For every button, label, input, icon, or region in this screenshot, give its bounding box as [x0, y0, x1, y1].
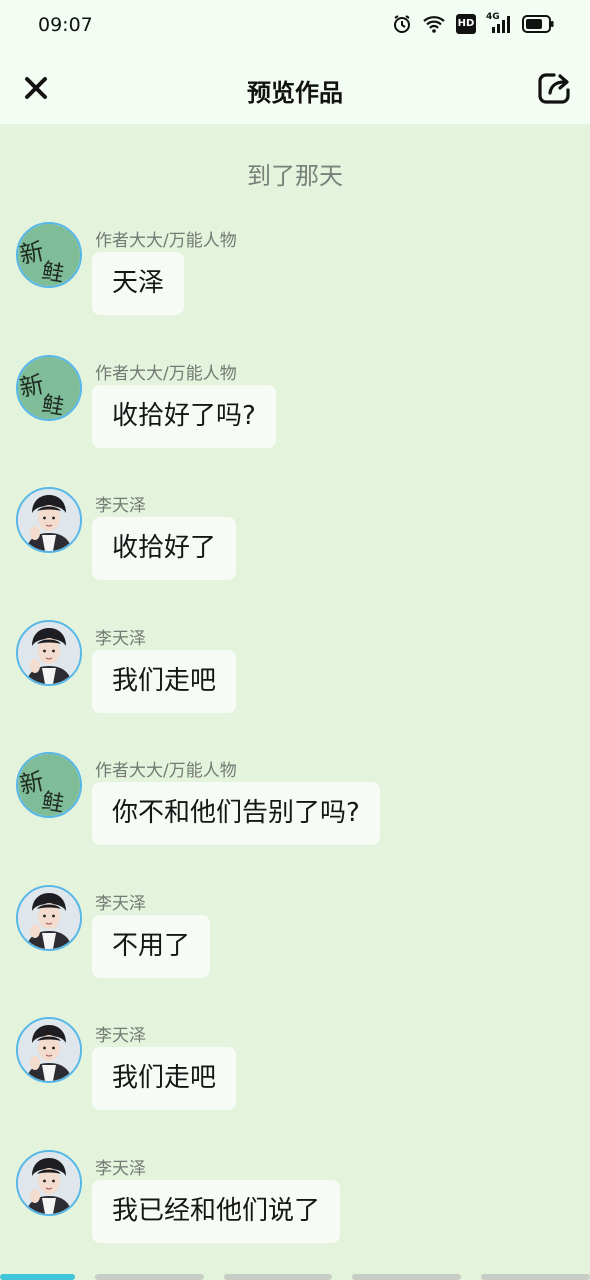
- message-bubble[interactable]: 天泽: [92, 252, 185, 315]
- chat-area[interactable]: 到了那天 作者大大/万能人物 天泽 作者大大/万能人物 收拾好了吗? 李天泽 收拾好了 李天…: [0, 124, 590, 1274]
- page-title: 预览作品: [247, 79, 343, 107]
- character-avatar[interactable]: [16, 487, 82, 553]
- sender-name: 李天泽: [95, 1158, 146, 1179]
- chapter-title: 到了那天: [247, 162, 343, 190]
- message-row: 李天泽 不用了: [0, 884, 590, 995]
- wifi-icon: [422, 14, 446, 34]
- message-row: 李天泽 收拾好了: [0, 487, 590, 597]
- progress-segment: [352, 1274, 462, 1280]
- sender-name: 李天泽: [95, 496, 146, 516]
- message-bubble[interactable]: 不用了: [92, 914, 211, 978]
- header-bar: 预览作品: [0, 52, 590, 124]
- share-button[interactable]: [536, 70, 572, 106]
- sender-name: 李天泽: [95, 628, 146, 649]
- progress-segment: [481, 1274, 590, 1280]
- sender-name: 李天泽: [95, 893, 146, 914]
- author-avatar[interactable]: [16, 222, 82, 288]
- message-bubble[interactable]: 收拾好了吗?: [92, 384, 276, 448]
- hd-icon: HD: [456, 14, 476, 34]
- battery-icon: [522, 15, 554, 33]
- message-bubble[interactable]: 我们走吧: [92, 1047, 237, 1110]
- message-row: 李天泽 我们走吧: [0, 619, 590, 730]
- sender-name: 作者大大/万能人物: [95, 231, 237, 251]
- sender-name: 作者大大/万能人物: [95, 761, 237, 781]
- message-row: 作者大大/万能人物 天泽: [0, 222, 590, 332]
- progress-bar: [0, 1274, 590, 1280]
- character-avatar[interactable]: [16, 884, 82, 951]
- message-bubble[interactable]: 收拾好了: [92, 517, 237, 580]
- author-avatar[interactable]: [16, 354, 82, 421]
- author-avatar[interactable]: [16, 752, 82, 818]
- 4g-signal-icon: 4G: [486, 12, 512, 34]
- character-avatar[interactable]: [16, 1149, 82, 1216]
- status-time: 09:07: [38, 14, 93, 36]
- share-icon: [538, 73, 570, 104]
- sender-name: 李天泽: [95, 1026, 146, 1046]
- progress-segment: [94, 1274, 204, 1280]
- message-bubble[interactable]: 我已经和他们说了: [92, 1179, 341, 1243]
- message-row: 李天泽 我已经和他们说了: [0, 1149, 590, 1260]
- character-avatar[interactable]: [16, 619, 82, 686]
- message-row: 作者大大/万能人物 你不和他们告别了吗?: [0, 752, 590, 862]
- alarm-icon: [392, 14, 412, 34]
- sender-name: 作者大大/万能人物: [95, 363, 237, 384]
- progress-segment: [0, 1274, 75, 1280]
- status-icons: HD 4G: [392, 12, 554, 34]
- character-avatar[interactable]: [16, 1017, 82, 1083]
- message-bubble[interactable]: 我们走吧: [92, 649, 237, 713]
- progress-segment: [223, 1274, 333, 1280]
- status-bar: 09:07 HD 4G: [0, 0, 590, 52]
- message-row: 李天泽 我们走吧: [0, 1017, 590, 1127]
- message-bubble[interactable]: 你不和他们告别了吗?: [92, 782, 380, 845]
- message-row: 作者大大/万能人物 收拾好了吗?: [0, 354, 590, 465]
